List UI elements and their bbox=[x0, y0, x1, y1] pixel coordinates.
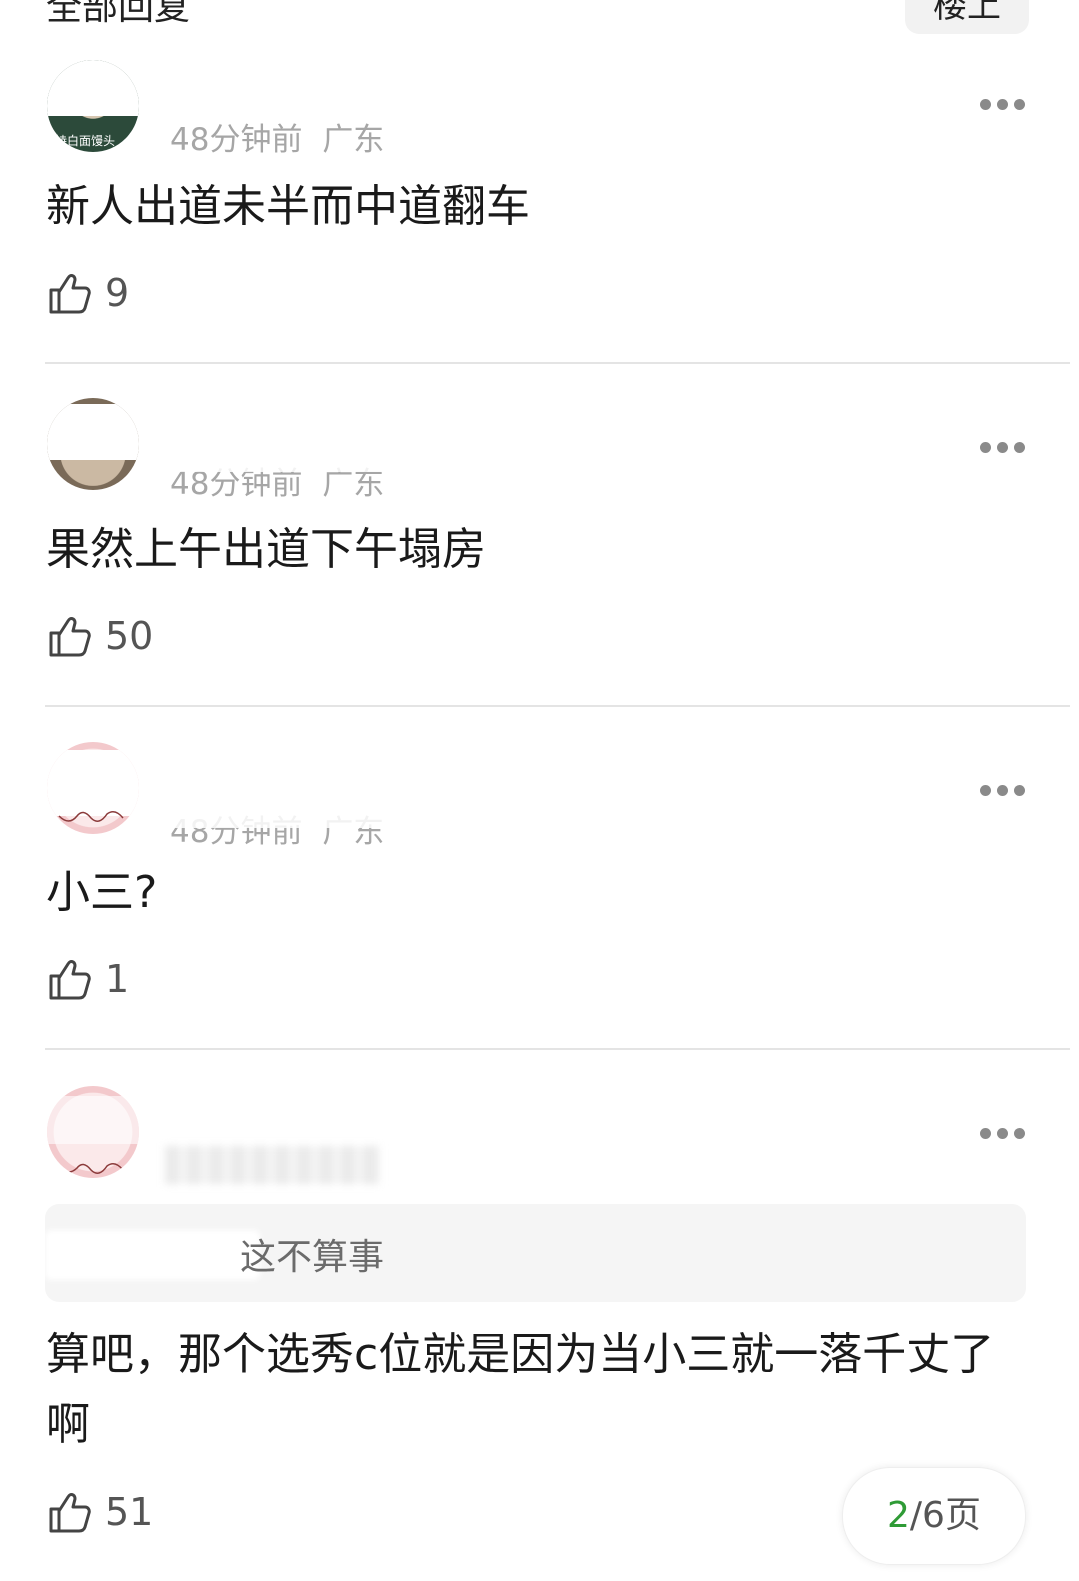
more-dots-icon[interactable] bbox=[980, 785, 1026, 797]
comment-meta: 48分钟前 广东 bbox=[160, 806, 395, 851]
blurred-quote-author bbox=[45, 1230, 260, 1280]
avatar[interactable] bbox=[47, 398, 139, 490]
comment-meta: 48分钟前 广东 bbox=[160, 458, 395, 503]
comment-text: 果然上午出道下午塌房 bbox=[46, 524, 486, 575]
like-count: 50 bbox=[105, 614, 154, 658]
like-button[interactable]: 1 bbox=[47, 954, 129, 1004]
page-title: 全部回复 bbox=[46, 0, 191, 28]
comment-text: 新人出道未半而中道翻车 bbox=[46, 181, 530, 232]
like-count: 1 bbox=[105, 957, 130, 1001]
page-indicator[interactable]: 2/6页 bbox=[842, 1467, 1026, 1565]
blurred-username bbox=[165, 1146, 380, 1184]
thumbs-up-icon bbox=[49, 617, 91, 657]
avatar-drawing-icon bbox=[58, 1163, 124, 1174]
more-dots-icon[interactable] bbox=[980, 99, 1026, 111]
like-count: 9 bbox=[105, 271, 130, 315]
quoted-text: 这不算事 bbox=[240, 1237, 385, 1278]
divider bbox=[45, 362, 1070, 364]
thumbs-up-icon bbox=[49, 960, 91, 1000]
divider bbox=[45, 1048, 1070, 1050]
thumbs-up-icon bbox=[49, 274, 91, 314]
jump-upstairs-button[interactable]: 楼上 bbox=[905, 0, 1029, 34]
divider bbox=[45, 705, 1070, 707]
avatar-caption: 持白面馒头 bbox=[55, 134, 116, 148]
comment-time: 48分钟前 bbox=[170, 122, 303, 158]
like-button[interactable]: 9 bbox=[47, 268, 129, 318]
current-page: 2 bbox=[887, 1495, 910, 1536]
comment-text: 算吧，那个选秀c位就是因为当小三就一落千丈了啊 bbox=[46, 1329, 995, 1450]
avatar-drawing-icon bbox=[58, 811, 124, 822]
total-pages: /6页 bbox=[909, 1495, 981, 1536]
comment-location: 广东 bbox=[322, 122, 385, 158]
thumbs-up-icon bbox=[49, 1493, 91, 1533]
like-count: 51 bbox=[105, 1490, 154, 1534]
avatar[interactable] bbox=[47, 1086, 139, 1178]
like-button[interactable]: 51 bbox=[47, 1487, 153, 1537]
avatar[interactable] bbox=[47, 742, 139, 834]
like-button[interactable]: 50 bbox=[47, 611, 153, 661]
more-dots-icon[interactable] bbox=[980, 442, 1026, 454]
more-dots-icon[interactable] bbox=[980, 1128, 1026, 1140]
avatar[interactable]: 持白面馒头 bbox=[47, 60, 139, 152]
quoted-reply[interactable]: 这不算事 bbox=[45, 1204, 1026, 1302]
reply-header: 全部回复 楼上 bbox=[0, 0, 1079, 40]
comment-text: 小三? bbox=[46, 867, 158, 918]
comment-meta: 48分钟前 广东 bbox=[170, 114, 384, 159]
